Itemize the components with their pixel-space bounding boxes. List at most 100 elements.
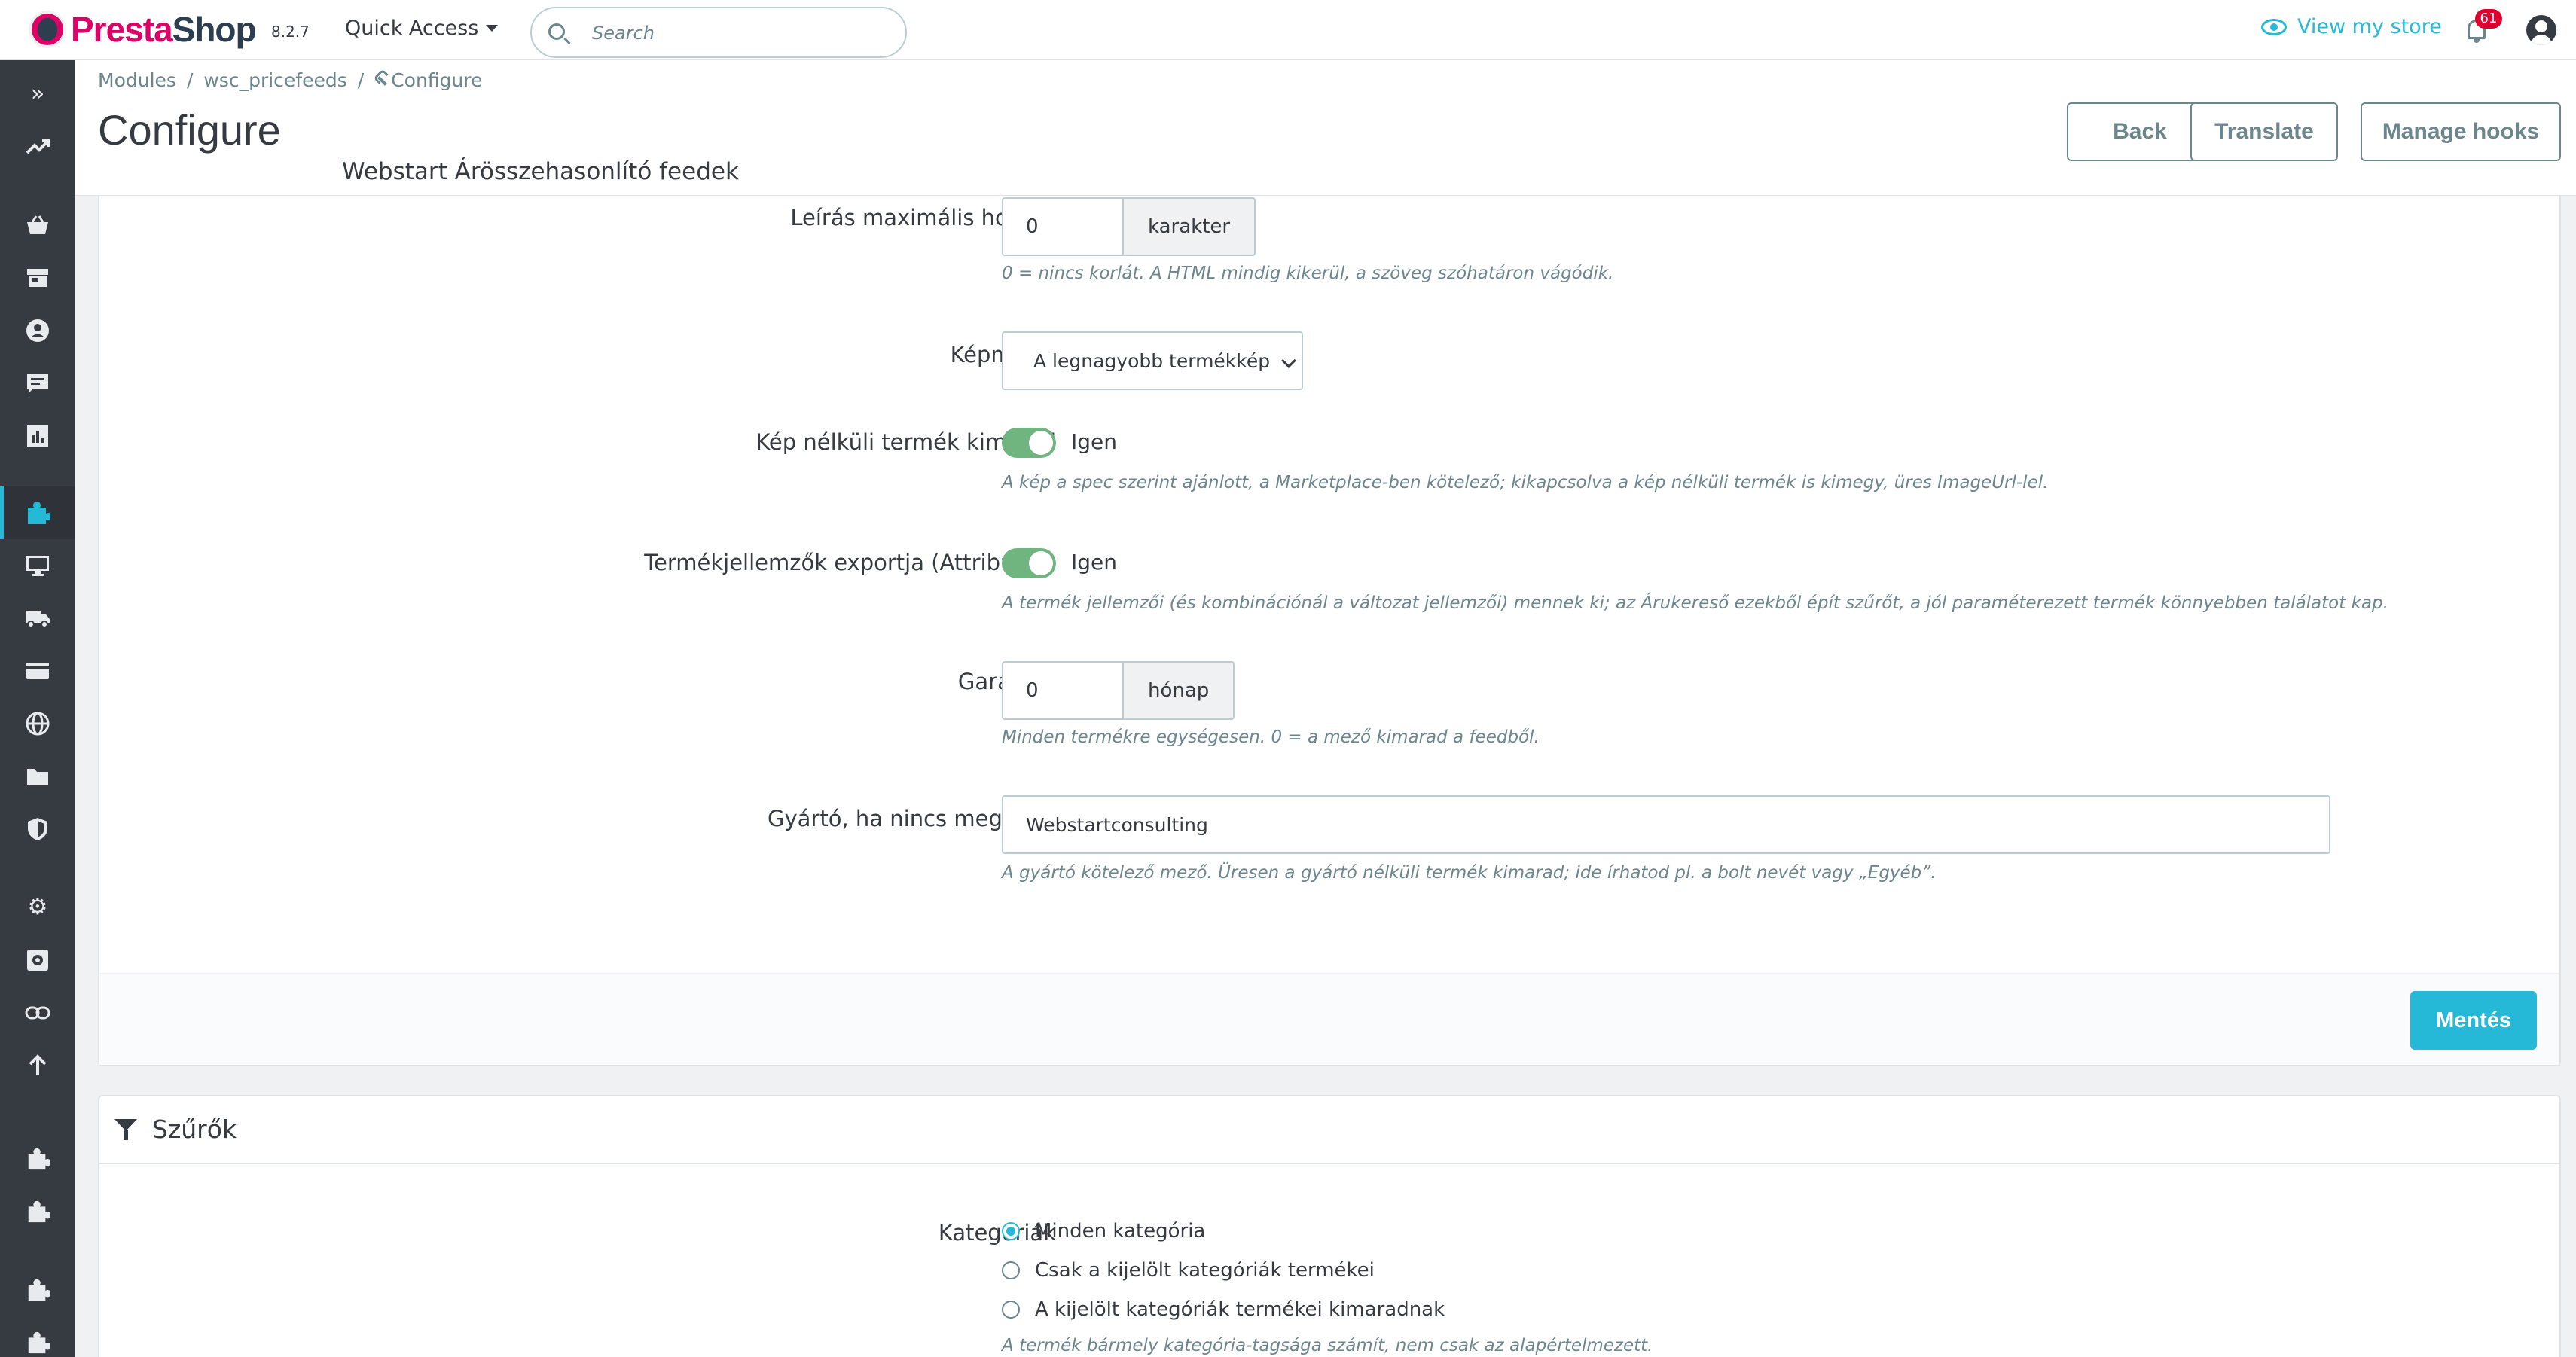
sidebar-item-orders[interactable] [0, 199, 75, 252]
warranty-input-group: hónap [1002, 661, 1235, 720]
image-size-value: A legnagyobb termékkép-r [1033, 349, 1285, 372]
basket-icon [27, 215, 48, 234]
form-footer: Mentés [99, 973, 2559, 1065]
breadcrumb-module[interactable]: wsc_pricefeeds [203, 69, 346, 91]
radio-selected-only[interactable]: Csak a kijelölt kategóriák termékei [1002, 1259, 1375, 1282]
globe-icon [26, 712, 50, 736]
attributes-toggle[interactable] [1002, 548, 1056, 578]
radio-button[interactable] [1002, 1301, 1020, 1319]
sidebar-item-upgrade[interactable] [0, 1039, 75, 1092]
breadcrumb: Modules / wsc_pricefeeds / Configure [98, 69, 483, 91]
no-image-label: Kép nélküli termék kimarad [755, 429, 1056, 455]
sidebar-item-link[interactable] [0, 986, 75, 1039]
chat-icon [27, 374, 48, 393]
truck-icon [26, 611, 50, 628]
page-title: Configure [98, 106, 281, 154]
manufacturer-label: Gyártó, ha nincs megadva [768, 806, 1056, 831]
warranty-help: Minden termékre egységesen. 0 = a mező k… [1002, 727, 1540, 747]
puzzle-icon [28, 1148, 50, 1170]
store-icon [27, 269, 48, 287]
quick-access-label: Quick Access [345, 17, 479, 40]
sidebar-item-international[interactable] [0, 697, 75, 750]
sidebar-item-dashboard[interactable] [0, 120, 75, 173]
warranty-label: Garancia [197, 669, 1056, 694]
puzzle-icon [28, 1200, 50, 1223]
credit-card-icon [26, 663, 49, 679]
sidebar-item-catalog[interactable] [0, 252, 75, 304]
sidebar-item-module-b[interactable] [0, 1185, 75, 1238]
puzzle-icon [28, 1331, 50, 1354]
sidebar-item-customer-service[interactable] [0, 357, 75, 410]
no-image-help: A kép a spec szerint ajánlott, a Marketp… [1002, 473, 2049, 492]
bar-chart-icon [27, 425, 48, 447]
sidebar-item-advanced[interactable] [0, 934, 75, 986]
notifications-button[interactable]: 61 [2465, 9, 2502, 44]
sidebar-item-module-a[interactable] [0, 1133, 75, 1185]
sidebar-item-stats[interactable] [0, 410, 75, 462]
radio-all-categories[interactable]: Minden kategória [1002, 1220, 1205, 1243]
brand-name: PrestaShop [71, 10, 257, 49]
sidebar-item-payment[interactable] [0, 645, 75, 697]
sidebar-nav: » ⚙ [0, 60, 75, 1357]
sidebar-item-settings[interactable]: ⚙ [0, 881, 75, 934]
breadcrumb-modules[interactable]: Modules [98, 69, 176, 91]
categories-help: A termék bármely kategória-tagsága számí… [1002, 1336, 1653, 1355]
top-header: PrestaShop 8.2.7 Quick Access View my st… [0, 0, 2576, 60]
sidebar-collapse-button[interactable]: » [0, 68, 75, 120]
radio-button-checked[interactable] [1002, 1222, 1020, 1240]
manufacturer-input[interactable] [1002, 795, 2330, 854]
image-size-select[interactable]: A legnagyobb termékkép-r [1002, 331, 1303, 390]
sidebar-item-module-d[interactable] [0, 1316, 75, 1357]
no-image-toggle-label: Igen [1071, 429, 1118, 454]
warranty-unit: hónap [1122, 661, 1235, 720]
filter-icon [114, 1119, 137, 1142]
link-icon [25, 1006, 50, 1020]
manage-hooks-button[interactable]: Manage hooks [2361, 102, 2561, 161]
caret-down-icon [486, 25, 499, 32]
sidebar-item-modules[interactable] [0, 486, 75, 539]
search-input[interactable] [592, 19, 893, 47]
prestashop-logo-icon [29, 11, 66, 48]
gear-icon: ⚙ [27, 894, 48, 920]
search-box[interactable] [530, 7, 907, 58]
sidebar-item-design[interactable] [0, 539, 75, 592]
radio-button[interactable] [1002, 1261, 1020, 1279]
page-subtitle: Webstart Árösszehasonlító feedek [342, 158, 739, 185]
categories-label: Kategóriák [938, 1220, 1056, 1246]
quick-access-dropdown[interactable]: Quick Access [345, 17, 499, 40]
sidebar-item-shipping[interactable] [0, 592, 75, 645]
view-my-store-link[interactable]: View my store [2261, 15, 2442, 38]
translate-button[interactable]: Translate [2190, 102, 2338, 161]
eye-icon [2261, 18, 2287, 35]
gear-box-icon [27, 950, 48, 971]
folder-tag-icon [27, 769, 48, 785]
user-circle-icon [26, 319, 49, 342]
sidebar-item-security[interactable] [0, 803, 75, 855]
wrench-icon [371, 70, 390, 89]
attributes-toggle-label: Igen [1071, 550, 1118, 575]
search-icon [548, 23, 565, 40]
attributes-label: Termékjellemzők exportja (Attributes) [644, 550, 1056, 575]
page-header: Modules / wsc_pricefeeds / Configure Con… [75, 60, 2576, 196]
filters-panel-head: Szűrők [99, 1096, 2559, 1164]
sidebar-item-customers[interactable] [0, 304, 75, 357]
prestashop-logo[interactable]: PrestaShop [29, 9, 257, 50]
double-chevron-right-icon: » [30, 81, 45, 107]
notifications-count-badge: 61 [2475, 9, 2502, 29]
sidebar-item-module-c[interactable] [0, 1264, 75, 1316]
no-image-toggle[interactable] [1002, 428, 1056, 458]
warranty-input[interactable] [1002, 661, 1122, 720]
shield-icon [28, 818, 47, 840]
view-my-store-label: View my store [2297, 15, 2442, 38]
user-avatar-icon[interactable] [2526, 15, 2556, 45]
monitor-icon [26, 556, 49, 576]
radio-selected-excluded[interactable]: A kijelölt kategóriák termékei kimaradna… [1002, 1298, 1445, 1321]
sidebar-item-tags[interactable] [0, 750, 75, 803]
trend-up-icon [26, 139, 50, 154]
manufacturer-help: A gyártó kötelező mező. Üresen a gyártó … [1002, 863, 1937, 883]
filters-card: Szűrők Kategóriák Minden kategória Csak … [98, 1095, 2561, 1357]
save-button[interactable]: Mentés [2410, 991, 2537, 1050]
puzzle-icon [28, 1279, 50, 1301]
desc-length-unit: karakter [1122, 197, 1256, 256]
desc-length-input[interactable] [1002, 197, 1122, 256]
